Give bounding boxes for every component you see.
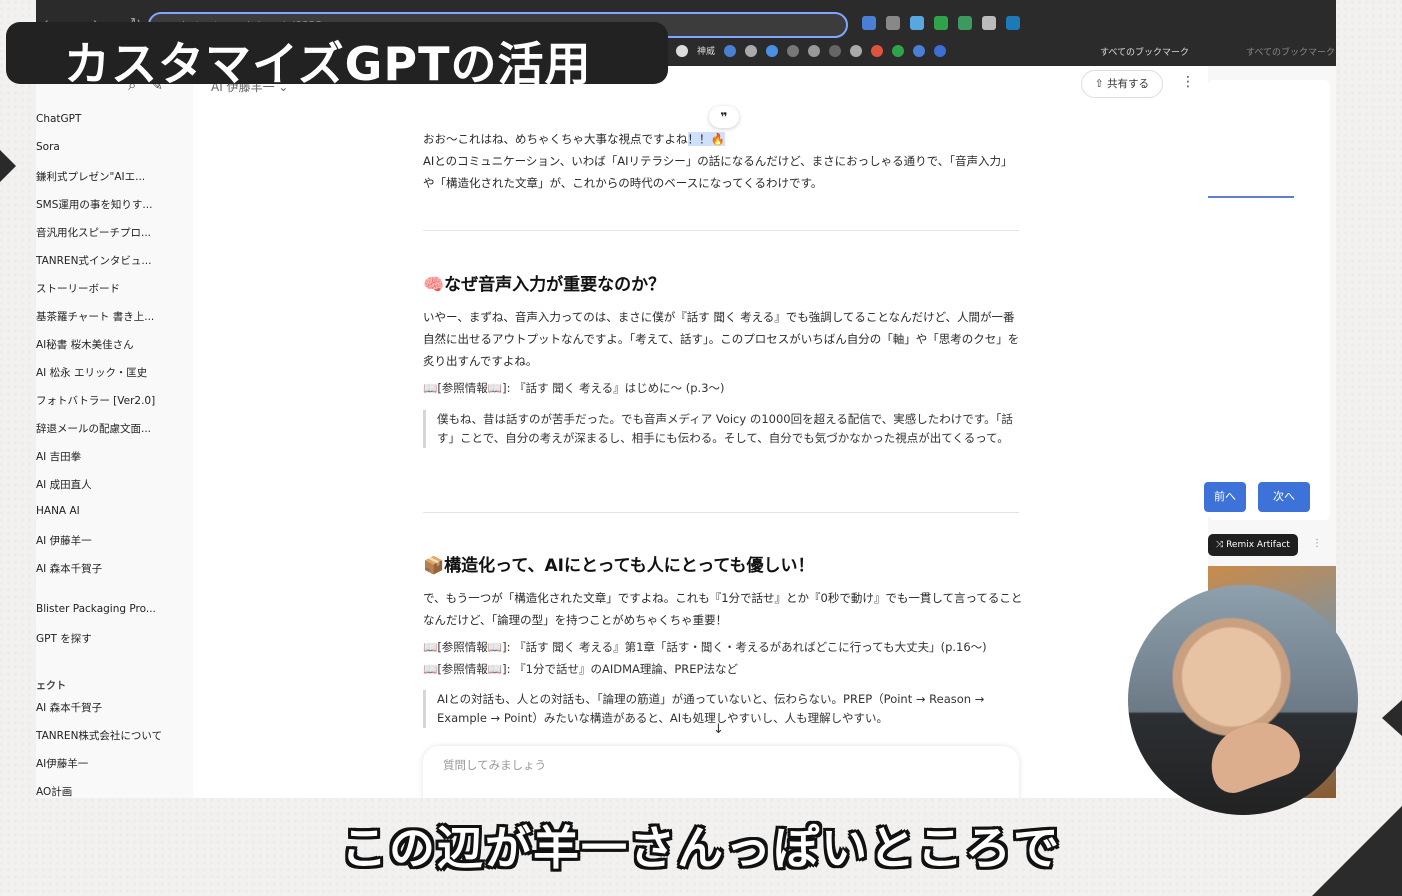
bookmark-icon[interactable] bbox=[829, 44, 842, 57]
extension-icon[interactable] bbox=[934, 16, 948, 30]
share-label: 共有する bbox=[1107, 78, 1150, 90]
video-title: カスタマイズGPTの活用 bbox=[64, 37, 592, 91]
sidebar-item[interactable]: AI 森本千賀子 bbox=[36, 561, 191, 576]
more-options-icon[interactable]: ⋮ bbox=[1312, 538, 1322, 549]
video-subtitle: この辺が羊一さんっぽいところで bbox=[341, 821, 1061, 875]
sidebar-item[interactable]: AI 吉田拳 bbox=[36, 449, 191, 464]
bookmark-icon[interactable] bbox=[676, 44, 688, 57]
share-icon: ⇧ bbox=[1094, 78, 1108, 90]
share-button[interactable]: ⇧ 共有する bbox=[1081, 70, 1163, 98]
bookmark-icon[interactable] bbox=[808, 44, 821, 57]
extension-icon[interactable] bbox=[982, 16, 996, 30]
bookmark-icon[interactable] bbox=[913, 44, 926, 57]
bookmark-icon[interactable] bbox=[934, 44, 947, 57]
remix-artifact-button[interactable]: ⤨ Remix Artifact bbox=[1208, 534, 1298, 556]
sidebar-item[interactable]: AI 伊藤羊一 bbox=[36, 533, 191, 548]
reference-line: 📖[参照情報📖]: 『話す 聞く 考える』第1章「話す・聞く・考えるがあればどこ… bbox=[423, 640, 987, 654]
section-body: で、もう一つが「構造化された文章」ですよね。これも『1分で話せ』とか『0秒で動け… bbox=[423, 591, 1023, 627]
project-item[interactable]: AI伊藤羊一 bbox=[36, 756, 191, 771]
bookmark-icon[interactable] bbox=[766, 44, 779, 57]
reference-line: 📖[参照情報📖]: 『話す 聞く 考える』はじめに〜 (p.3〜) bbox=[423, 381, 725, 395]
extension-icon[interactable] bbox=[1006, 16, 1020, 30]
project-item[interactable]: AO計画 bbox=[36, 784, 191, 798]
extension-icon[interactable] bbox=[910, 16, 924, 30]
highlighted-selection: ！！🔥 bbox=[687, 132, 725, 146]
sidebar-item[interactable]: HANA AI bbox=[36, 505, 191, 517]
quote-icon[interactable]: ❞ bbox=[709, 106, 739, 128]
presenter-hand bbox=[1200, 711, 1306, 799]
extension-icon[interactable] bbox=[886, 16, 900, 30]
sidebar-item[interactable]: ストーリーボード bbox=[36, 281, 191, 296]
bookmarks-bar: 神威 bbox=[676, 44, 947, 57]
bookmark-folder[interactable]: 神威 bbox=[697, 44, 715, 57]
decor-right-triangle bbox=[1382, 700, 1402, 736]
chat-main: AI 伊藤羊一 ⌄ ⇧ 共有する ⋮ ❞ おお〜これはね、めちゃくちゃ大事な視点… bbox=[193, 66, 1208, 798]
section-body: いやー、まずね、音声入力ってのは、まさに僕が『話す 聞く 考える』でも強調してる… bbox=[423, 310, 1020, 368]
extension-icon[interactable] bbox=[958, 16, 972, 30]
sidebar-item[interactable]: TANREN式インタビュ... bbox=[36, 253, 191, 268]
all-bookmarks-button-secondary[interactable]: すべてのブックマーク bbox=[1246, 45, 1335, 58]
sidebar-item[interactable]: SMS運用の事を知りす... bbox=[36, 197, 191, 212]
bookmark-icon[interactable] bbox=[787, 44, 800, 57]
sidebar-item[interactable]: AI秘書 桜木美佳さん bbox=[36, 337, 191, 352]
message-composer[interactable]: 質問してみましょう bbox=[423, 746, 1019, 798]
scroll-down-icon[interactable]: ↓ bbox=[713, 722, 724, 737]
intro-line1: おお〜これはね、めちゃくちゃ大事な視点ですよね！！🔥 bbox=[423, 128, 1023, 150]
sidebar-item[interactable]: Blister Packaging Pro... bbox=[36, 603, 191, 615]
sidebar-item[interactable]: 鎌利式プレゼン"AIエ... bbox=[36, 169, 191, 184]
bookmark-icon[interactable] bbox=[745, 44, 758, 57]
next-button[interactable]: 次へ bbox=[1258, 482, 1310, 512]
sidebar-item-explore-gpts[interactable]: GPT を探す bbox=[36, 631, 191, 646]
reference-line: 📖[参照情報📖]: 『1分で話せ』のAIDMA理論、PREP法など bbox=[423, 662, 738, 676]
chat-sidebar: ⌕✎ ChatGPT Sora 鎌利式プレゼン"AIエ... SMS運用の事を知… bbox=[36, 66, 193, 798]
video-title-overlay: カスタマイズGPTの活用 bbox=[6, 22, 668, 91]
sidebar-item[interactable]: 基茶羅チャート 書き上... bbox=[36, 309, 191, 324]
sidebar-section-projects: ェクト bbox=[36, 681, 66, 692]
sidebar-item[interactable]: AI 松永 エリック・匡史 bbox=[36, 365, 191, 380]
divider bbox=[423, 512, 1019, 513]
bookmark-icon[interactable] bbox=[871, 44, 884, 57]
prev-button[interactable]: 前へ bbox=[1204, 482, 1246, 512]
section-heading: 🧠なぜ音声入力が重要なのか？ bbox=[423, 275, 666, 295]
all-bookmarks-button[interactable]: すべてのブックマーク bbox=[1100, 45, 1189, 58]
decor-left-triangle bbox=[0, 150, 16, 182]
sidebar-item[interactable]: AI 成田直人 bbox=[36, 477, 191, 492]
intro-text: おお〜これはね、めちゃくちゃ大事な視点ですよね bbox=[423, 132, 688, 146]
extension-icon[interactable] bbox=[862, 16, 876, 30]
sidebar-item[interactable]: 音汎用化スピーチプロ... bbox=[36, 225, 191, 240]
project-item[interactable]: TANREN株式会社について bbox=[36, 728, 191, 743]
artifact-preview: 前へ 次へ bbox=[1204, 80, 1330, 520]
divider bbox=[423, 230, 1019, 231]
bookmark-icon[interactable] bbox=[724, 44, 737, 57]
bookmark-icon[interactable] bbox=[892, 44, 905, 57]
sidebar-item[interactable]: ChatGPT bbox=[36, 113, 191, 125]
sidebar-item[interactable]: 辞退メールの配慮文面... bbox=[36, 421, 191, 436]
sidebar-item[interactable]: Sora bbox=[36, 141, 191, 153]
blockquote: 僕もね、昔は話すのが苦手だった。でも音声メディア Voicy の1000回を超え… bbox=[423, 410, 1019, 448]
project-item[interactable]: AI 森本千賀子 bbox=[36, 700, 191, 715]
progress-line bbox=[1208, 196, 1294, 198]
sidebar-item[interactable]: フォトバトラー [Ver2.0] bbox=[36, 393, 191, 408]
bookmark-icon[interactable] bbox=[850, 44, 863, 57]
composer-placeholder: 質問してみましょう bbox=[443, 758, 547, 772]
more-options-icon[interactable]: ⋮ bbox=[1181, 74, 1195, 90]
intro-paragraph: AIとのコミュニケーション、いわば「AIリテラシー」の話になるんだけど、まさにお… bbox=[423, 154, 1013, 190]
presenter-video bbox=[1128, 585, 1358, 815]
extensions-row bbox=[862, 16, 1020, 30]
section-heading: 📦構造化って、AIにとっても人にとっても優しい！ bbox=[423, 556, 815, 576]
